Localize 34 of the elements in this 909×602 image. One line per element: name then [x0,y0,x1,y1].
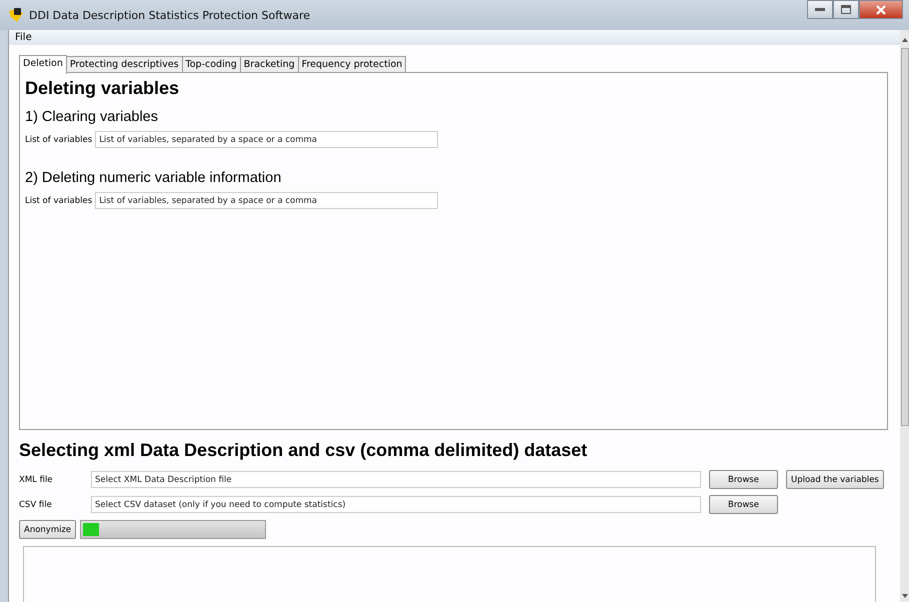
menu-item[interactable]: File [13,32,34,43]
browse-button[interactable]: Browse [709,470,778,489]
close-button[interactable] [859,0,903,19]
upload-button[interactable]: Upload the variables [786,470,884,489]
minimize-icon [815,8,825,12]
scrollbar[interactable] [900,30,909,602]
field-label: List of variables [25,134,92,144]
tab[interactable]: Bracketing [240,56,299,72]
section-heading: 1) Clearing variables [25,109,159,125]
input-field[interactable]: List of variables, separated by a space or a comma [95,192,438,209]
app-icon [8,7,24,23]
tab[interactable]: Frequency protection [298,56,406,72]
field-label: List of variables [25,196,92,206]
field-label: XML file [19,474,54,484]
anonymize-button[interactable]: Anonymize [19,520,76,539]
tab[interactable]: Deletion [19,55,67,74]
tab[interactable]: Top-coding [182,56,241,72]
scroll-down-icon[interactable] [902,594,908,598]
scroll-thumb[interactable] [900,48,908,426]
browse-button[interactable]: Browse [709,495,778,514]
field-label: CSV file [19,500,53,510]
window-title: DDI Data Description Statistics Protection Software [29,8,310,22]
section-heading: Selecting xml Data Description and csv (comma delimited) dataset [19,440,588,461]
maximize-icon [841,5,851,14]
panel-heading: Deleting variables [25,78,180,99]
input-field[interactable]: Select XML Data Description file [91,471,701,488]
maximize-button[interactable] [833,0,859,19]
tab[interactable]: Protecting descriptives [66,56,183,72]
section-heading: 2) Deleting numeric variable information [25,170,282,186]
input-field[interactable]: List of variables, separated by a space or a comma [95,131,438,148]
scroll-up-icon[interactable] [902,38,908,42]
input-field[interactable]: Select CSV dataset (only if you need to compute statistics) [91,496,701,513]
minimize-button[interactable] [807,0,833,19]
close-icon [876,4,886,14]
